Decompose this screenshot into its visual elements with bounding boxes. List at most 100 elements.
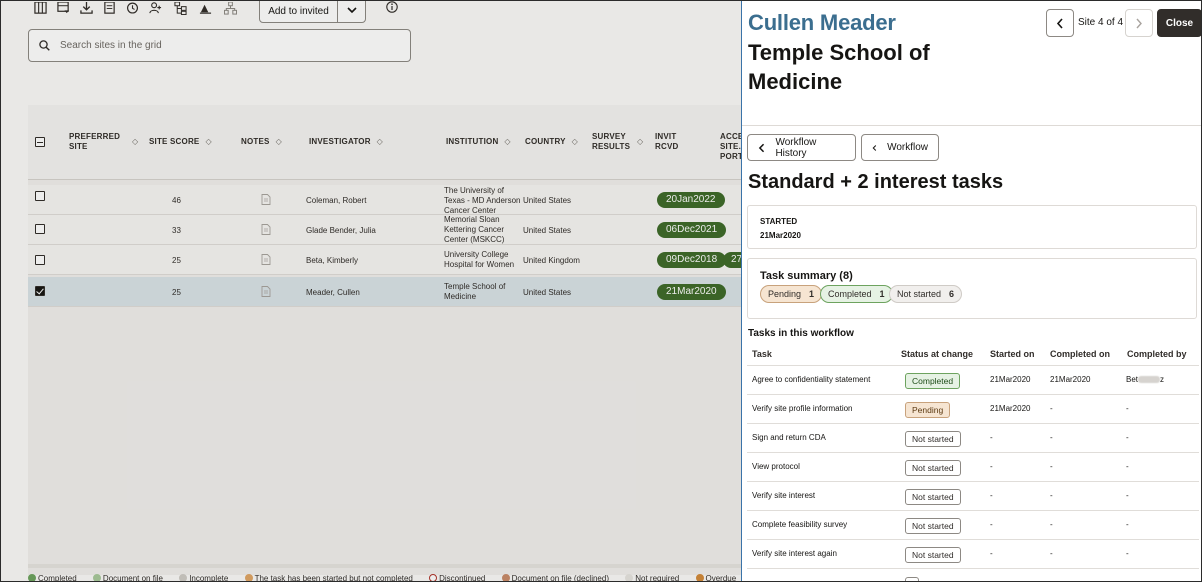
institution-title: Temple School of Medicine <box>748 40 930 94</box>
status-legend: Completed Document on file Incomplete Th… <box>28 574 741 582</box>
task-started: 21Mar2020 <box>990 375 1031 384</box>
row-checkbox[interactable] <box>35 224 45 234</box>
investigator-name[interactable]: Meader, Cullen <box>306 288 360 298</box>
document-on-file-icon <box>92 574 101 581</box>
col-label: NOTES <box>241 137 270 146</box>
sort-icon: ◇ <box>205 137 212 146</box>
table-row[interactable]: 25 Beta, Kimberly University College Hos… <box>28 245 741 275</box>
started-not-completed-icon <box>244 574 253 581</box>
col-preferred-site[interactable]: PREFERRED SITE <box>69 132 129 152</box>
task-row[interactable]: Agree to confidentiality statement Compl… <box>747 365 1199 394</box>
chart-icon[interactable] <box>198 1 212 15</box>
task-completed-by: - <box>1126 491 1129 500</box>
invite-date-pill: 09Dec2018 <box>657 252 727 268</box>
started-label: STARTED <box>760 217 798 226</box>
task-completed: - <box>1050 549 1053 558</box>
sort-icon[interactable]: ◇ <box>132 137 138 146</box>
site-score: 25 <box>172 288 181 297</box>
hierarchy-icon[interactable] <box>173 1 187 15</box>
org-icon[interactable] <box>223 1 237 15</box>
notes-icon[interactable] <box>102 1 116 15</box>
col-acce-site-port[interactable]: ACCE SITE. PORT <box>720 132 741 162</box>
previous-site-button[interactable] <box>1046 9 1074 37</box>
incomplete-icon <box>179 574 188 581</box>
investigator-name[interactable]: Coleman, Robert <box>306 196 366 206</box>
task-row[interactable]: Verify site interest Not started - - - <box>747 481 1199 510</box>
col-country[interactable]: COUNTRY ◇ <box>525 137 578 147</box>
legend-label: Discontinued <box>439 574 486 582</box>
task-row[interactable]: Sign and return CDA Not started - - - <box>747 423 1199 452</box>
overdue-icon <box>695 574 704 581</box>
row-checkbox[interactable] <box>35 255 45 265</box>
col-completed-on: Completed on <box>1050 349 1110 359</box>
task-started: - <box>990 549 993 558</box>
col-site-score[interactable]: SITE SCORE ◇ <box>149 137 212 147</box>
status-badge: Not started <box>905 547 961 563</box>
add-to-invited-split-button: Add to invited <box>259 1 366 23</box>
col-notes[interactable]: NOTES ◇ <box>241 137 282 147</box>
task-row[interactable]: View protocol Not started - - - <box>747 452 1199 481</box>
document-declined-icon <box>501 574 510 581</box>
table-row-selected[interactable]: 25 Meader, Cullen Temple School of Medic… <box>28 277 741 307</box>
legend-label: Overdue <box>705 574 737 582</box>
workflow-history-button[interactable]: Workflow History <box>747 134 856 161</box>
access-date-pill: 27 <box>723 252 741 268</box>
col-survey-results[interactable]: SURVEY RESULTS <box>592 132 632 152</box>
col-institution[interactable]: INSTITUTION ◇ <box>446 137 511 147</box>
invite-date-pill: 21Mar2020 <box>657 284 726 300</box>
completed-chip[interactable]: Completed 1 <box>820 285 893 303</box>
task-completed-by: - <box>1126 520 1129 529</box>
chip-label: Not started <box>897 289 942 299</box>
col-label: PREFERRED SITE <box>69 132 121 151</box>
row-checkbox[interactable] <box>35 191 45 201</box>
columns-icon[interactable] <box>33 1 47 15</box>
table-row[interactable]: 46 Coleman, Robert The University of Tex… <box>28 185 741 215</box>
investigator-title: Cullen Meader <box>748 10 896 35</box>
clock-icon[interactable] <box>125 1 139 15</box>
close-button[interactable]: Close <box>1157 9 1201 37</box>
task-name: Verify site interest <box>752 491 816 500</box>
status-badge: Completed <box>905 373 961 389</box>
filter-table-icon[interactable] <box>56 1 70 15</box>
task-row[interactable]: Complete feasibility survey Not started … <box>747 510 1199 539</box>
person-add-icon[interactable] <box>148 1 162 15</box>
add-to-invited-dropdown-button[interactable] <box>337 1 365 22</box>
document-icon[interactable] <box>261 286 271 297</box>
pending-chip[interactable]: Pending 1 <box>760 285 823 303</box>
col-invit-rcvd[interactable]: INVIT RCVD <box>655 132 691 152</box>
search-input[interactable] <box>60 40 380 51</box>
task-row[interactable]: Verify site profile information Pending … <box>747 394 1199 423</box>
next-site-button[interactable] <box>1125 9 1153 37</box>
col-investigator[interactable]: INVESTIGATOR ◇ <box>309 137 383 147</box>
info-icon[interactable] <box>386 1 398 13</box>
legend-label: Document on file (declined) <box>511 574 609 582</box>
select-all-checkbox[interactable] <box>35 137 45 147</box>
task-row[interactable]: Verify site interest again Not started -… <box>747 539 1199 568</box>
task-name: Complete feasibility survey <box>752 520 848 529</box>
not-started-chip[interactable]: Not started 6 <box>889 285 963 303</box>
task-completed-by: - <box>1126 549 1129 558</box>
workflow-button[interactable]: Workflow <box>861 134 939 161</box>
horizontal-scrollbar[interactable] <box>28 564 741 568</box>
chip-count: 1 <box>879 289 885 299</box>
add-to-invited-button[interactable]: Add to invited <box>260 3 337 17</box>
sort-icon[interactable]: ◇ <box>637 137 643 146</box>
task-row-partial[interactable] <box>747 568 1199 581</box>
sort-icon: ◇ <box>376 137 384 146</box>
investigator-name[interactable]: Beta, Kimberly <box>306 256 358 266</box>
col-status-at-change: Status at change <box>901 349 974 359</box>
legend-item: Not required <box>625 574 679 581</box>
row-checkbox[interactable] <box>35 286 45 296</box>
download-icon[interactable] <box>79 1 93 15</box>
task-name: Verify site interest again <box>752 549 837 558</box>
status-badge: Pending <box>905 402 951 418</box>
investigator-name[interactable]: Glade Bender, Julia <box>306 226 376 236</box>
table-row[interactable]: 33 Glade Bender, Julia Memorial Sloan Ke… <box>28 215 741 245</box>
completed-by-name: Bet <box>1126 375 1139 384</box>
legend-label: The task has been started but not comple… <box>254 574 413 582</box>
status-badge: Not started <box>905 518 961 534</box>
legend-item: Overdue <box>695 574 737 582</box>
document-icon[interactable] <box>261 194 271 205</box>
document-icon[interactable] <box>261 254 271 265</box>
document-icon[interactable] <box>261 224 271 235</box>
